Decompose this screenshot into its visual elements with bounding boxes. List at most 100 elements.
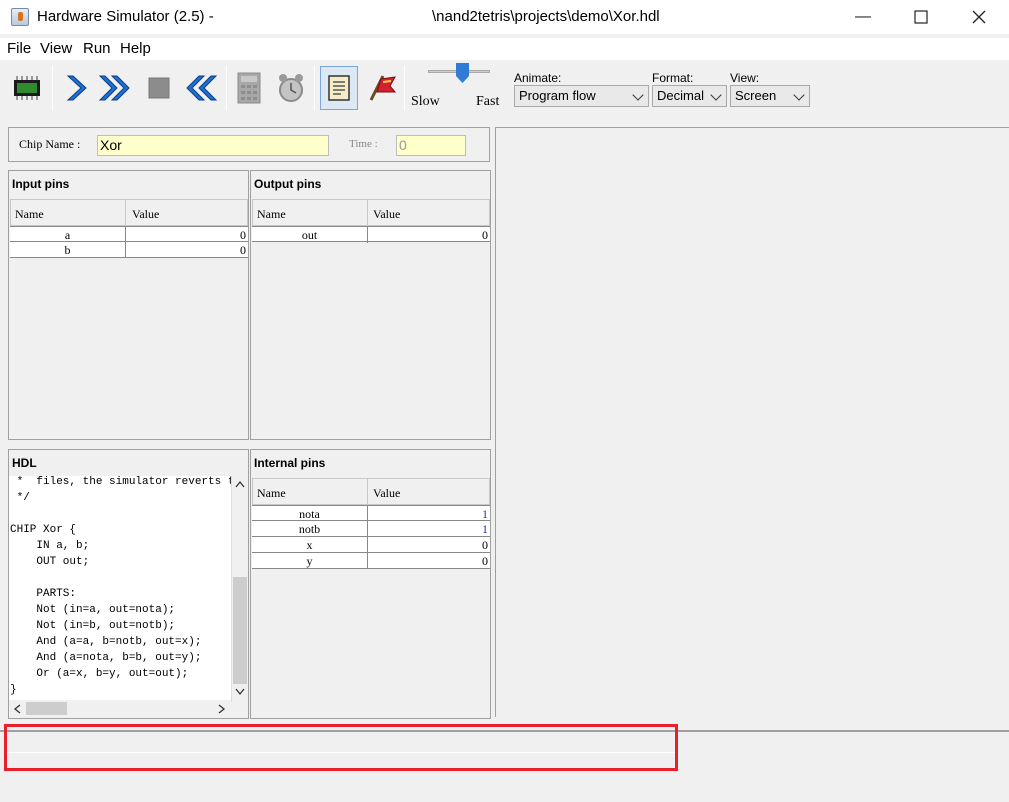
animate-select[interactable]: Program flow	[514, 85, 649, 107]
view-select-value: Screen	[735, 88, 777, 103]
internal-pins-title: Internal pins	[254, 456, 326, 470]
input-pins-header: Name Value	[10, 199, 248, 226]
close-icon	[972, 10, 986, 24]
pin-value[interactable]: 0	[126, 228, 246, 243]
pin-name: b	[64, 243, 71, 257]
code-line: CHIP Xor {	[10, 524, 77, 536]
double-chevron-right-icon	[98, 75, 130, 101]
chevron-down-icon	[793, 89, 805, 101]
code-line: */	[10, 492, 30, 504]
column-divider	[367, 200, 368, 225]
minimize-button[interactable]: —	[834, 0, 892, 34]
code-line: }	[10, 684, 17, 696]
animate-select-value: Program flow	[519, 88, 596, 103]
hdl-horizontal-scrollbar[interactable]	[9, 700, 231, 717]
double-chevron-left-icon	[186, 75, 218, 101]
pin-name: a	[64, 228, 71, 242]
time-field: 0	[396, 135, 466, 156]
chip-name-field[interactable]: Xor	[97, 135, 329, 156]
speed-fast-label: Fast	[476, 94, 500, 109]
internal-col-name: Name	[257, 486, 286, 500]
maximize-button[interactable]	[892, 0, 950, 34]
internal-col-value: Value	[373, 486, 401, 500]
speed-slow-label: Slow	[411, 94, 440, 109]
stop-button[interactable]	[140, 66, 178, 110]
view-label: View:	[730, 71, 760, 85]
status-bar-highlight	[4, 724, 678, 771]
maximize-icon	[914, 10, 928, 24]
input-col-value: Value	[132, 207, 160, 221]
pin-name: x	[306, 538, 313, 552]
chevron-right-icon[interactable]	[218, 704, 226, 714]
output-pins-title: Output pins	[254, 177, 322, 191]
chevron-left-icon[interactable]	[13, 704, 21, 714]
calculator-icon	[237, 72, 261, 104]
pin-value[interactable]: 0	[126, 243, 246, 258]
chip-gui-area	[495, 127, 1009, 717]
eval-button[interactable]	[230, 66, 268, 110]
table-row[interactable]: b 0	[10, 242, 248, 258]
input-pins-title: Input pins	[12, 177, 70, 191]
minimize-icon: —	[855, 8, 871, 25]
breakpoints-button[interactable]	[362, 66, 400, 110]
reset-button[interactable]	[182, 66, 220, 110]
hdl-title: HDL	[12, 456, 37, 470]
code-line: IN a, b;	[10, 540, 90, 552]
column-divider	[367, 479, 368, 504]
code-line: Not (in=a, out=nota);	[10, 604, 176, 616]
chevron-down-icon	[710, 89, 722, 101]
hdl-code-view[interactable]: * files, the simulator reverts to u */ C…	[9, 476, 231, 700]
input-col-name: Name	[15, 207, 44, 221]
chevron-up-icon[interactable]	[235, 480, 245, 488]
code-line: * files, the simulator reverts to u	[10, 476, 231, 488]
close-button[interactable]	[950, 0, 1008, 34]
code-line: And (a=a, b=notb, out=x);	[10, 636, 202, 648]
chevron-down-icon[interactable]	[235, 688, 245, 696]
code-line: PARTS:	[10, 588, 77, 600]
code-line: OUT out;	[10, 556, 90, 568]
title-bar: Hardware Simulator (2.5) - \nand2tetris\…	[0, 0, 1009, 34]
scroll-thumb[interactable]	[233, 577, 247, 684]
chevron-right-icon	[66, 75, 87, 101]
format-label: Format:	[652, 71, 694, 85]
code-line: Not (in=b, out=notb);	[10, 620, 176, 632]
hdl-vertical-scrollbar[interactable]	[231, 476, 247, 702]
window-title: Hardware Simulator (2.5) -	[37, 8, 214, 25]
pin-value: 0	[482, 228, 488, 242]
menu-view[interactable]: View	[40, 40, 72, 57]
menu-file[interactable]: File	[7, 40, 31, 57]
table-row: x 0	[252, 537, 490, 553]
pin-value: 1	[482, 522, 488, 536]
table-row[interactable]: out 0	[252, 226, 490, 243]
script-button[interactable]	[320, 66, 358, 110]
menu-bar: File View Run Help	[0, 38, 1009, 60]
table-row: notb 1	[252, 521, 490, 537]
chip-name-label: Chip Name :	[19, 137, 81, 151]
table-row[interactable]: a 0	[10, 226, 248, 243]
format-select[interactable]: Decimal	[652, 85, 727, 107]
output-pins-header: Name Value	[252, 199, 490, 226]
load-chip-button[interactable]	[8, 66, 46, 110]
column-divider	[125, 200, 126, 225]
output-pins-panel: Output pins Name Value out 0	[250, 170, 491, 440]
pin-value: 0	[482, 538, 488, 552]
alarm-clock-icon	[279, 74, 303, 102]
clock-button[interactable]	[272, 66, 310, 110]
toolbar-separator	[226, 66, 227, 110]
red-flag-icon	[369, 75, 397, 101]
scroll-thumb[interactable]	[26, 702, 67, 715]
output-col-value: Value	[373, 207, 401, 221]
pin-name: y	[306, 554, 313, 568]
script-scroll-icon	[328, 75, 350, 101]
internal-pins-panel: Internal pins Name Value nota 1 notb 1 x…	[250, 449, 491, 719]
pin-value: 0	[482, 554, 488, 568]
java-app-icon	[11, 8, 29, 26]
chip-icon	[14, 76, 40, 100]
menu-help[interactable]: Help	[120, 40, 151, 57]
menu-run[interactable]: Run	[83, 40, 111, 57]
internal-pins-header: Name Value	[252, 478, 490, 505]
single-step-button[interactable]	[56, 66, 94, 110]
view-select[interactable]: Screen	[730, 85, 810, 107]
output-col-name: Name	[257, 207, 286, 221]
run-button[interactable]	[96, 66, 134, 110]
